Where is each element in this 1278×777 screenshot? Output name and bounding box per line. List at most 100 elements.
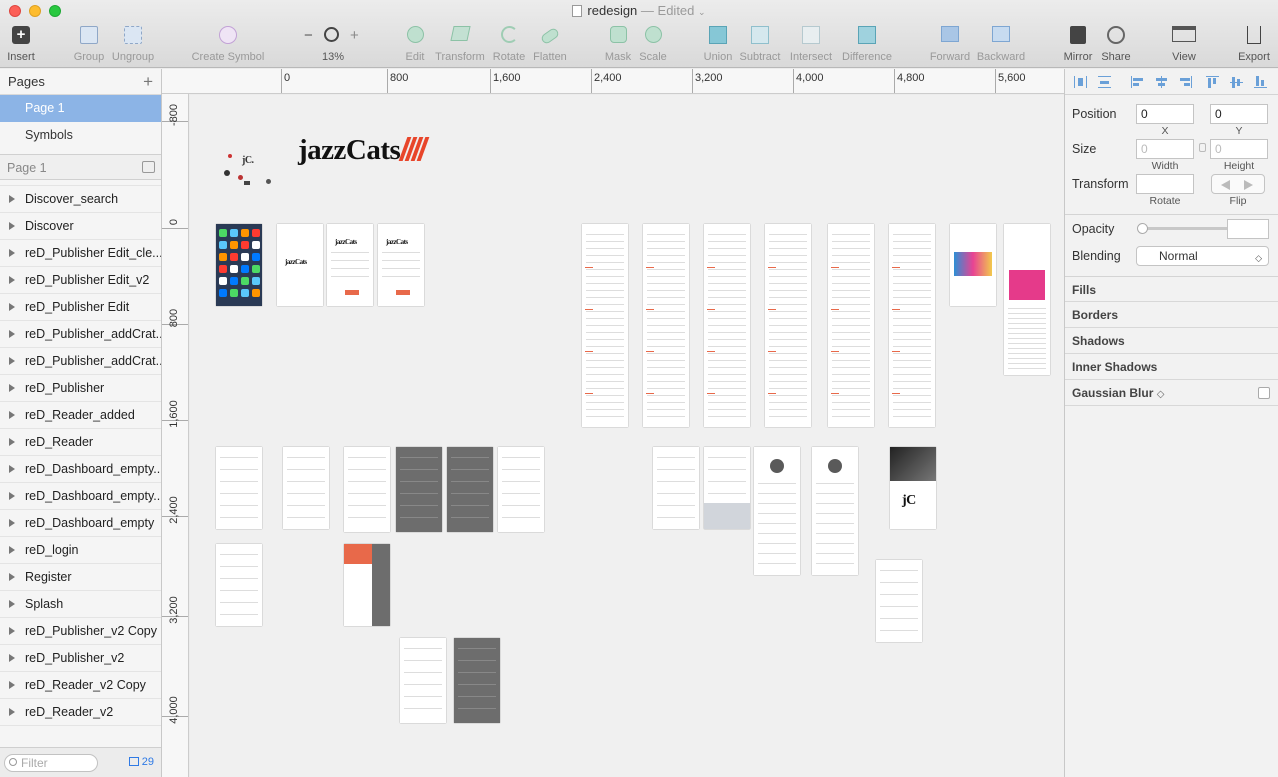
align-bottom-icon[interactable] xyxy=(1254,76,1267,88)
zoom-out-button[interactable]: − xyxy=(304,27,313,44)
artboard[interactable] xyxy=(344,544,390,626)
mask-button[interactable]: Mask xyxy=(602,26,634,63)
disclosure-triangle-icon[interactable] xyxy=(9,357,15,365)
disclosure-triangle-icon[interactable] xyxy=(9,195,15,203)
artboard[interactable] xyxy=(400,638,446,723)
artboard[interactable] xyxy=(447,447,493,532)
x-position-field[interactable]: 0 xyxy=(1136,104,1194,124)
artboard[interactable] xyxy=(344,447,390,532)
layer-item[interactable]: reD_Publisher_v2 Copy xyxy=(0,618,161,645)
subtract-button[interactable]: Subtract xyxy=(738,26,782,63)
width-field[interactable]: 0 xyxy=(1136,139,1194,159)
layer-item[interactable]: reD_Publisher Edit_cle... xyxy=(0,240,161,267)
artboard[interactable] xyxy=(889,224,935,427)
artboard[interactable] xyxy=(653,447,699,529)
share-button[interactable]: Share xyxy=(1099,26,1133,63)
layer-item[interactable]: reD_Dashboard_empty... xyxy=(0,456,161,483)
layer-item[interactable]: Discover xyxy=(0,213,161,240)
layer-item[interactable]: reD_login xyxy=(0,537,161,564)
distribute-vertical-icon[interactable] xyxy=(1098,76,1111,88)
zoom-control[interactable]: − + 13% xyxy=(302,26,364,63)
artboard[interactable] xyxy=(454,638,500,723)
disclosure-triangle-icon[interactable] xyxy=(9,276,15,284)
artboard[interactable] xyxy=(1004,224,1050,375)
blur-type-chevron-icon[interactable]: ◇ xyxy=(1157,389,1165,400)
artboard[interactable] xyxy=(498,447,544,532)
disclosure-triangle-icon[interactable] xyxy=(9,249,15,257)
align-left-icon[interactable] xyxy=(1131,76,1144,88)
layer-item[interactable]: reD_Publisher_addCrat... xyxy=(0,321,161,348)
disclosure-triangle-icon[interactable] xyxy=(9,222,15,230)
horizontal-ruler[interactable]: 0 800 1,600 2,400 3,200 4,000 4,800 5,600 xyxy=(162,69,1064,94)
vertical-ruler[interactable]: -800 0 800 1,600 2,400 3,200 4,000 xyxy=(162,94,189,777)
sticker-dot[interactable] xyxy=(244,181,250,185)
opacity-slider[interactable] xyxy=(1139,227,1235,230)
artboard[interactable] xyxy=(812,447,858,575)
sticker-dot[interactable] xyxy=(228,154,232,158)
disclosure-triangle-icon[interactable] xyxy=(9,465,15,473)
edit-button[interactable]: Edit xyxy=(402,26,428,63)
artboard[interactable] xyxy=(754,447,800,575)
layer-item[interactable]: reD_Reader_v2 Copy xyxy=(0,672,161,699)
align-middle-icon[interactable] xyxy=(1230,76,1243,88)
layer-item[interactable]: reD_Publisher Edit_v2 xyxy=(0,267,161,294)
height-field[interactable]: 0 xyxy=(1210,139,1268,159)
fills-section[interactable]: Fills xyxy=(1065,276,1278,302)
artboard[interactable] xyxy=(582,224,628,427)
disclosure-triangle-icon[interactable] xyxy=(9,384,15,392)
disclosure-triangle-icon[interactable] xyxy=(9,654,15,662)
difference-button[interactable]: Difference xyxy=(840,26,894,63)
add-page-button[interactable]: + xyxy=(143,69,153,95)
opacity-slider-knob[interactable] xyxy=(1137,223,1148,234)
layer-item[interactable]: reD_Publisher_v2 xyxy=(0,645,161,672)
disclosure-triangle-icon[interactable] xyxy=(9,330,15,338)
flatten-button[interactable]: Flatten xyxy=(532,26,568,63)
intersect-button[interactable]: Intersect xyxy=(788,26,834,63)
disclosure-triangle-icon[interactable] xyxy=(9,303,15,311)
small-jc-logo[interactable]: jC. xyxy=(242,155,254,166)
layer-item[interactable]: reD_Publisher_addCrat... xyxy=(0,348,161,375)
artboard[interactable] xyxy=(765,224,811,427)
artboard-count[interactable]: 29 xyxy=(128,756,154,768)
disclosure-triangle-icon[interactable] xyxy=(9,708,15,716)
layer-item[interactable]: Discover_search xyxy=(0,186,161,213)
canvas[interactable]: jazzCats jC. jazzCats jazzCats jazzCats jC xyxy=(190,95,1064,777)
flip-horizontal-icon[interactable] xyxy=(1221,180,1230,190)
transform-button[interactable]: Transform xyxy=(434,26,486,63)
disclosure-triangle-icon[interactable] xyxy=(9,681,15,689)
inner-shadows-section[interactable]: Inner Shadows xyxy=(1065,354,1278,380)
page-item-page-1[interactable]: Page 1 xyxy=(0,95,161,122)
artboard[interactable] xyxy=(950,224,996,306)
flip-control[interactable] xyxy=(1211,174,1265,194)
document-title[interactable]: redesign — Edited ⌄ xyxy=(0,3,1278,18)
distribute-horizontal-icon[interactable] xyxy=(1074,76,1087,88)
artboard[interactable] xyxy=(283,447,329,529)
sticker-dot[interactable] xyxy=(224,170,230,176)
shadows-section[interactable]: Shadows xyxy=(1065,328,1278,354)
artboard[interactable]: jazzCats xyxy=(277,224,323,306)
backward-button[interactable]: Backward xyxy=(976,26,1026,63)
layer-item[interactable]: reD_Dashboard_empty... xyxy=(0,483,161,510)
artboard[interactable]: jC xyxy=(890,447,936,529)
artboard[interactable] xyxy=(216,224,262,306)
align-right-icon[interactable] xyxy=(1179,76,1192,88)
zoom-in-button[interactable]: + xyxy=(350,27,359,44)
artboard[interactable] xyxy=(828,224,874,427)
collapse-layers-icon[interactable] xyxy=(142,161,155,173)
artboard[interactable] xyxy=(216,447,262,529)
page-item-symbols[interactable]: Symbols xyxy=(0,122,161,149)
union-button[interactable]: Union xyxy=(702,26,734,63)
filter-input[interactable]: Filter xyxy=(4,754,98,772)
layer-item[interactable]: reD_Publisher xyxy=(0,375,161,402)
align-center-icon[interactable] xyxy=(1155,76,1168,88)
disclosure-triangle-icon[interactable] xyxy=(9,492,15,500)
artboard[interactable] xyxy=(704,224,750,427)
artboard[interactable] xyxy=(704,447,750,529)
artboard[interactable]: jazzCats xyxy=(327,224,373,306)
forward-button[interactable]: Forward xyxy=(928,26,972,63)
artboard[interactable] xyxy=(396,447,442,532)
jazzcats-logo[interactable]: jazzCats xyxy=(298,135,430,165)
blending-select[interactable]: Normal ◇ xyxy=(1136,246,1269,266)
view-button[interactable]: View xyxy=(1164,26,1204,63)
flip-vertical-icon[interactable] xyxy=(1244,180,1253,190)
